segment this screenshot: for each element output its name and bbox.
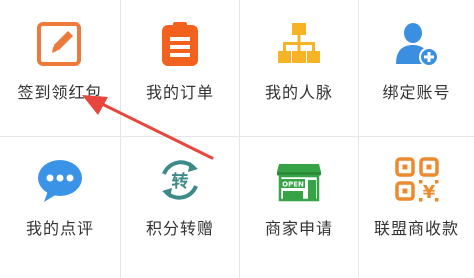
edit-pencil-icon bbox=[36, 20, 84, 68]
transfer-icon: 转 bbox=[156, 156, 204, 204]
menu-item-my-reviews[interactable]: 我的点评 bbox=[0, 137, 120, 278]
yen-symbol: ¥ bbox=[422, 182, 435, 203]
menu-item-label: 积分转赠 bbox=[145, 219, 214, 238]
menu-item-label: 联盟商收款 bbox=[373, 219, 459, 238]
menu-item-label: 我的订单 bbox=[145, 83, 214, 102]
open-sign-text: OPEN bbox=[282, 181, 304, 189]
menu-item-label: 绑定账号 bbox=[382, 83, 451, 102]
menu-item-my-orders[interactable]: 我的订单 bbox=[121, 0, 239, 136]
menu-item-alliance-payment[interactable]: ¥ 联盟商收款 bbox=[359, 137, 474, 278]
network-icon bbox=[275, 20, 323, 68]
menu-grid: 签到领红包 我的订单 我的人脉 绑定账号 我的点评 转 积分转赠 OPEN 商家… bbox=[0, 0, 474, 278]
menu-item-label: 我的人脉 bbox=[264, 83, 333, 102]
menu-item-label: 签到领红包 bbox=[17, 83, 103, 102]
menu-item-merchant-apply[interactable]: OPEN 商家申请 bbox=[240, 137, 358, 278]
menu-item-bind-account[interactable]: 绑定账号 bbox=[359, 0, 474, 136]
chat-bubble-icon bbox=[36, 156, 84, 204]
qr-yen-icon: ¥ bbox=[393, 156, 441, 204]
menu-item-my-network[interactable]: 我的人脉 bbox=[240, 0, 358, 136]
shop-open-icon: OPEN bbox=[275, 156, 323, 204]
menu-item-points-transfer[interactable]: 转 积分转赠 bbox=[121, 137, 239, 278]
user-add-icon bbox=[393, 20, 441, 68]
menu-item-label: 商家申请 bbox=[264, 219, 333, 238]
menu-item-sign-in[interactable]: 签到领红包 bbox=[0, 0, 120, 136]
menu-item-label: 我的点评 bbox=[25, 219, 94, 238]
transfer-icon-text: 转 bbox=[172, 171, 189, 192]
clipboard-icon bbox=[156, 20, 204, 68]
